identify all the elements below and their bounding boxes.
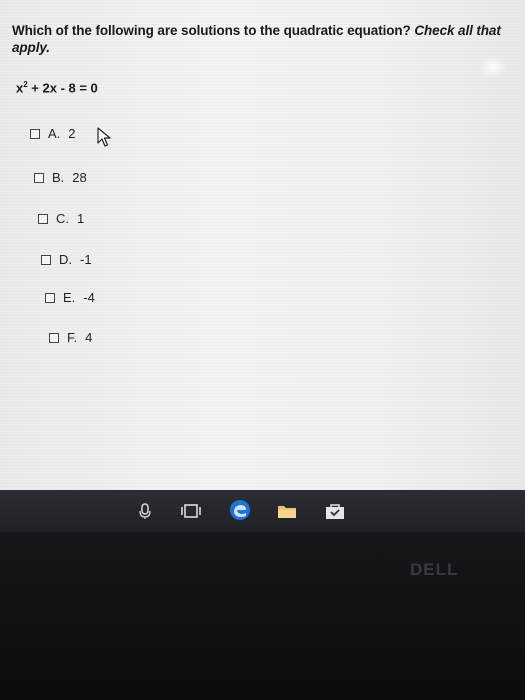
equation-rest: + 2x - 8 = 0 bbox=[27, 80, 98, 96]
mouse-pointer-icon bbox=[97, 127, 111, 147]
option-a-letter: A. bbox=[48, 126, 61, 141]
dell-logo: DELL bbox=[410, 560, 459, 579]
option-b-value: 28 bbox=[72, 170, 87, 185]
option-c-letter: C. bbox=[56, 211, 69, 226]
question-prompt: Which of the following are solutions to … bbox=[12, 23, 411, 38]
option-b[interactable]: B. 28 bbox=[34, 170, 87, 185]
option-a[interactable]: A. 2 bbox=[30, 126, 76, 141]
edge-browser-icon[interactable] bbox=[228, 498, 252, 522]
option-b-letter: B. bbox=[52, 170, 65, 185]
option-f[interactable]: F. 4 bbox=[49, 330, 92, 345]
option-a-value: 2 bbox=[68, 126, 76, 141]
option-d[interactable]: D. -1 bbox=[41, 252, 92, 267]
option-a-checkbox[interactable] bbox=[30, 128, 40, 139]
task-view-icon[interactable] bbox=[180, 502, 202, 520]
option-d-checkbox[interactable] bbox=[41, 254, 51, 265]
option-e[interactable]: E. -4 bbox=[45, 290, 95, 305]
option-c[interactable]: C. 1 bbox=[38, 211, 84, 226]
taskbar bbox=[0, 490, 525, 532]
option-e-value: -4 bbox=[83, 290, 95, 305]
file-explorer-icon[interactable] bbox=[276, 502, 298, 520]
option-d-value: -1 bbox=[80, 252, 92, 267]
equation: x2 + 2x - 8 = 0 bbox=[16, 80, 98, 95]
option-c-checkbox[interactable] bbox=[38, 213, 48, 224]
question-text: Which of the following are solutions to … bbox=[12, 22, 512, 56]
option-b-checkbox[interactable] bbox=[34, 172, 44, 183]
screen-glare bbox=[478, 55, 508, 79]
option-c-value: 1 bbox=[77, 211, 85, 226]
option-e-checkbox[interactable] bbox=[45, 292, 55, 303]
option-e-letter: E. bbox=[63, 290, 76, 305]
option-f-value: 4 bbox=[85, 330, 93, 345]
microphone-icon[interactable] bbox=[136, 502, 154, 520]
store-icon[interactable] bbox=[324, 502, 346, 520]
option-d-letter: D. bbox=[59, 252, 72, 267]
option-f-checkbox[interactable] bbox=[49, 332, 59, 343]
option-f-letter: F. bbox=[67, 330, 78, 345]
monitor-bezel bbox=[0, 532, 525, 700]
quiz-screen: Which of the following are solutions to … bbox=[0, 0, 525, 490]
